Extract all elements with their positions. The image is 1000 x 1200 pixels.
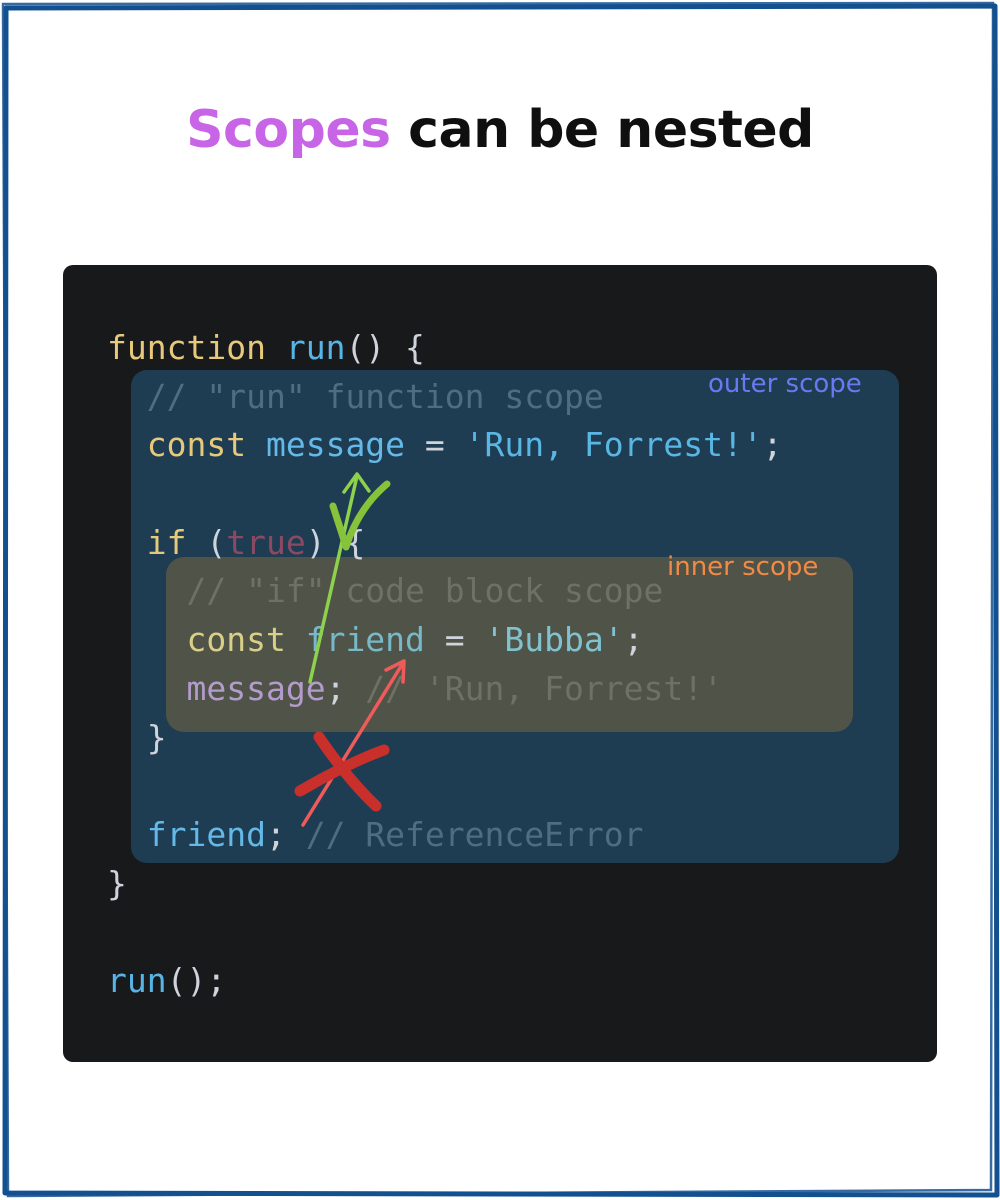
annotation-overlay xyxy=(294,472,406,827)
cross-icon xyxy=(294,731,390,812)
allowed-access-arrow xyxy=(308,472,371,684)
check-icon xyxy=(329,480,391,551)
